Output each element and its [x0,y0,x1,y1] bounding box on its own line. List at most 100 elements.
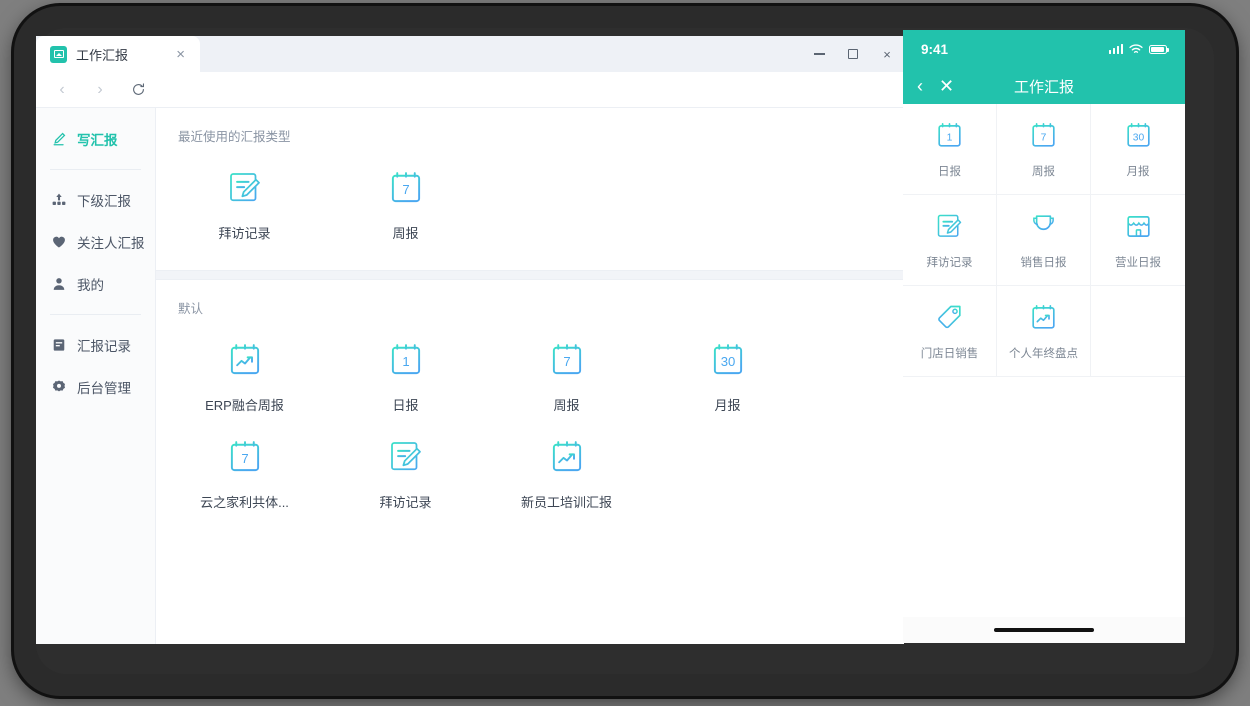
section-title-default: 默认 [178,302,204,316]
mobile-report-card[interactable]: 30 月报 [1091,104,1185,195]
report-type-card[interactable]: 新员工培训汇报 [486,414,647,511]
sidebar-item-label: 关注人汇报 [77,236,145,251]
report-type-card[interactable]: 拜访记录 [325,414,486,511]
sidebar-item-label: 后台管理 [77,381,131,396]
screenshot-root: 工作汇报 × × ‹ › 写汇报 下级汇报 关注人汇报 我的 汇报记录 后台管理… [0,0,1250,706]
calendar-icon: 7 [385,167,427,209]
mobile-report-label: 门店日销售 [920,348,979,360]
battery-icon [1149,44,1169,54]
calendar-chart-icon [546,436,588,478]
recent-report-grid: 拜访记录 7 周报 [156,145,904,242]
mobile-report-card[interactable]: 个人年终盘点 [997,286,1091,377]
sidebar-item-label: 我的 [77,278,104,293]
report-type-label: 周报 [392,226,419,241]
mobile-report-label: 周报 [1032,166,1055,178]
document-icon [50,337,67,354]
status-time: 9:41 [921,41,949,57]
note-pen-icon [385,436,427,478]
calendar-badge: 7 [1041,132,1047,143]
mobile-report-label: 拜访记录 [926,257,973,269]
desktop-app-window: 工作汇报 × × ‹ › 写汇报 下级汇报 关注人汇报 我的 汇报记录 后台管理… [36,36,904,644]
close-icon[interactable]: × [870,36,904,72]
calendar-icon: 7 [1027,119,1060,152]
user-icon [50,276,67,293]
report-type-card[interactable]: 7 周报 [325,145,486,242]
report-type-label: 拜访记录 [379,495,432,510]
mobile-report-label: 个人年终盘点 [1009,348,1078,360]
mobile-nav-bar: ‹ ✕ 工作汇报 [903,68,1185,104]
calendar-badge: 1 [402,354,409,369]
mobile-report-card[interactable]: 1 日报 [903,104,997,195]
close-icon[interactable]: × [173,45,188,64]
mobile-report-card[interactable]: 营业日报 [1091,195,1185,286]
home-indicator-bar [994,628,1094,632]
sidebar-item-admin[interactable]: 后台管理 [36,366,155,408]
main-content: 最近使用的汇报类型 拜访记录 7 周报 默认 ERP融合周报 1 日报 7 周报… [156,108,904,644]
maximize-icon[interactable] [836,36,870,72]
report-type-label: 周报 [553,398,580,413]
mobile-report-label: 日报 [938,166,961,178]
calendar-icon: 30 [1122,119,1155,152]
calendar-badge: 30 [720,354,735,369]
report-type-label: 月报 [714,398,741,413]
browser-tab[interactable]: 工作汇报 × [36,36,200,72]
report-type-card[interactable]: 1 日报 [325,317,486,414]
pen-icon [50,131,67,148]
status-indicators [1108,43,1169,55]
window-body: 写汇报 下级汇报 关注人汇报 我的 汇报记录 后台管理 最近使用的汇报类型 拜访… [36,108,904,644]
refresh-icon[interactable] [128,80,148,100]
report-type-card[interactable]: 7 云之家利共体... [164,414,325,511]
report-type-card[interactable]: ERP融合周报 [164,317,325,414]
report-type-label: 拜访记录 [218,226,271,241]
default-report-grid: ERP融合周报 1 日报 7 周报 30 月报 7 云之家利共体... 拜访记录… [156,317,904,511]
calendar-badge: 7 [241,451,248,466]
report-type-label: 云之家利共体... [200,495,289,510]
navigation-bar: ‹ › [36,72,904,108]
window-controls: × [802,36,904,72]
mobile-report-card[interactable]: 门店日销售 [903,286,997,377]
section-title-recent: 最近使用的汇报类型 [178,130,291,144]
calendar-chart-icon [224,339,266,381]
calendar-badge: 7 [402,182,409,197]
sidebar-item-followed-reports[interactable]: 关注人汇报 [36,221,155,263]
close-icon[interactable]: ✕ [939,77,954,95]
sidebar-item-write-report[interactable]: 写汇报 [36,118,155,160]
mobile-panel: 9:41 ‹ ✕ 工作汇报 1 日报 7 周报 30 月报 拜访记录 销售日报 … [903,30,1185,643]
sidebar-item-label: 写汇报 [77,133,118,148]
calendar-badge: 1 [947,132,953,143]
sidebar: 写汇报 下级汇报 关注人汇报 我的 汇报记录 后台管理 [36,108,156,644]
mobile-report-grid: 1 日报 7 周报 30 月报 拜访记录 销售日报 营业日报 门店日销售 个人年… [903,104,1185,377]
sidebar-item-subordinate-reports[interactable]: 下级汇报 [36,179,155,221]
sidebar-item-label: 下级汇报 [77,194,131,209]
back-icon[interactable]: ‹ [917,77,923,95]
report-type-card[interactable]: 拜访记录 [164,145,325,242]
divider [50,314,141,315]
calendar-badge: 30 [1132,132,1144,143]
sidebar-item-mine[interactable]: 我的 [36,263,155,305]
report-type-card[interactable]: 7 周报 [486,317,647,414]
report-type-label: ERP融合周报 [205,398,284,413]
sidebar-item-report-records[interactable]: 汇报记录 [36,324,155,366]
heart-icon [50,234,67,251]
divider [50,169,141,170]
report-type-card[interactable]: 30 月报 [647,317,808,414]
mobile-report-card[interactable]: 销售日报 [997,195,1091,286]
mobile-report-label: 月报 [1126,166,1150,178]
wifi-icon [1129,43,1143,55]
calendar-badge: 7 [563,354,570,369]
note-pen-icon [224,167,266,209]
home-indicator [903,617,1185,643]
minimize-icon[interactable] [802,36,836,72]
gear-icon [50,379,67,396]
forward-icon[interactable]: › [90,80,110,100]
back-icon[interactable]: ‹ [52,80,72,100]
mobile-report-card[interactable]: 拜访记录 [903,195,997,286]
mobile-report-card[interactable]: 7 周报 [997,104,1091,195]
tab-title: 工作汇报 [76,47,129,63]
mobile-report-card-empty [1091,286,1185,377]
report-type-label: 日报 [392,398,419,413]
note-pen-icon [933,210,966,243]
trophy-icon [1027,210,1060,243]
calendar-icon: 7 [546,339,588,381]
report-type-label: 新员工培训汇报 [520,495,612,510]
